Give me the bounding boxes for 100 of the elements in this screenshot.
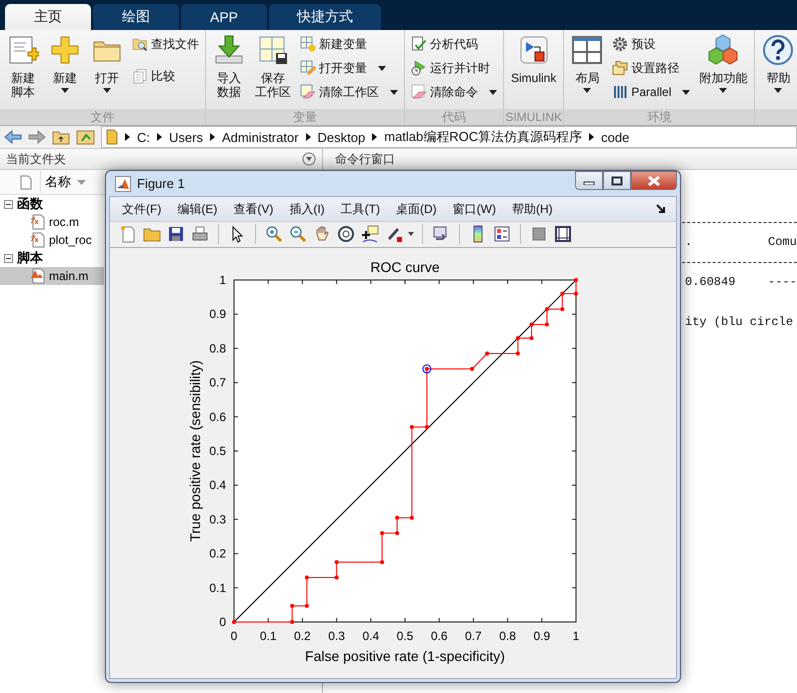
y-tick-label: 0.1 [209,580,226,595]
ribbon-button[interactable]: 新建 脚本 [3,33,43,100]
point [530,322,534,326]
name-column-header[interactable]: 名称 [40,171,86,193]
file-item[interactable]: roc.m [0,213,104,231]
ribbon-button[interactable]: 打开变量 [297,57,401,79]
point [516,352,520,356]
menu-item[interactable]: 工具(T) [336,200,388,218]
ribbon-button[interactable]: Simulink [507,33,560,86]
help-icon [762,34,794,66]
ribbon-button[interactable]: 清除命令 [408,81,500,103]
block-diagram-icon [518,34,550,66]
y-tick-label: 0.3 [209,512,226,526]
close-icon [648,176,660,186]
point [380,531,384,536]
y-tick-label: 0.7 [209,376,226,390]
ribbon-button[interactable]: 运行并计时 [408,57,500,79]
command-output-text: 0.60849 [685,275,736,289]
breadcrumb-arrow-icon [157,133,162,141]
ribbon-button[interactable]: 保存 工作区 [251,33,295,100]
point [516,336,520,340]
path-field[interactable]: C: Users Administrator Desktop matlab编程ROC算法仿真源码程序 code [101,126,797,148]
caret-icon [774,88,782,93]
ribbon-button[interactable]: 新建 [45,33,85,94]
grid-save-icon [257,34,289,66]
function-file-icon [30,232,46,248]
command-output-text: . [685,235,692,249]
close-button[interactable] [631,171,677,190]
folders-icon [612,60,628,76]
breadcrumb-segment[interactable]: Users [169,130,203,144]
ribbon-tab[interactable]: APP [181,4,267,30]
group-label: SIMULINK [504,109,564,125]
caret-icon [378,66,386,70]
menu-item[interactable]: 编辑(E) [173,200,226,218]
breadcrumb-arrow-icon [306,133,311,141]
settings-icon [612,36,628,52]
file-item[interactable]: main.m [0,267,104,285]
plus-icon [49,34,81,66]
ribbon-button[interactable]: 打开 [87,33,127,94]
file-item[interactable]: plot_roc [0,231,104,249]
menu-item[interactable]: 查看(V) [229,200,282,218]
y-tick-label: 0.4 [209,478,226,492]
point [544,322,549,326]
x-tick-label: 0.2 [294,629,311,643]
point [304,576,309,580]
legend-icon[interactable] [492,224,512,244]
menu-item[interactable]: 帮助(H) [508,200,561,218]
ribbon-button[interactable]: 预设 [609,33,694,55]
y-tick-label: 0.9 [209,307,226,322]
import-arrow-icon [213,34,245,66]
ribbon-button[interactable]: 查找文件 [129,33,202,55]
document-check-icon [411,36,427,52]
y-tick-label: 0.5 [209,444,226,458]
breadcrumb-segment[interactable]: matlab编程ROC算法仿真源码程序 [384,128,582,146]
ribbon-tab[interactable]: 快捷方式 [269,4,381,30]
dock-arrow-icon[interactable] [656,204,666,214]
file-type-icon [20,174,32,190]
back-arrow-icon[interactable] [3,130,23,144]
show-tools-icon[interactable] [553,224,573,244]
menu-item[interactable]: 插入(I) [285,200,333,218]
ribbon-button[interactable]: 清除工作区 [297,81,401,103]
command-output-text: Comu [768,235,797,249]
ribbon-tab[interactable]: 绘图 [93,4,179,30]
maximize-button[interactable] [603,171,631,190]
ribbon-button[interactable]: 新建变量 [297,33,401,55]
ribbon-button[interactable]: 附加功能 [695,33,752,94]
caret-icon [489,90,497,94]
folder-up-icon[interactable] [51,129,71,145]
ribbon-button[interactable]: 比较 [129,65,202,87]
point [574,292,578,296]
minimize-button[interactable] [575,171,603,190]
ribbon-button[interactable]: 设置路径 [609,57,694,79]
zoom-out-icon[interactable] [288,224,308,244]
ribbon-button[interactable]: 帮助 [758,33,797,94]
tree-group[interactable]: 函数 [0,195,49,213]
tree-group[interactable]: 脚本 [0,249,49,267]
collapse-icon[interactable] [4,254,13,262]
ribbon-button[interactable]: 布局 [567,33,608,94]
menu-item[interactable]: 文件(F) [118,200,170,218]
grid-plus-icon [300,36,316,52]
menu-item[interactable]: 窗口(W) [448,200,504,218]
breadcrumb-segment[interactable]: code [601,130,630,144]
ribbon-tab[interactable]: 主页 [5,4,91,30]
panel-menu-icon[interactable] [302,152,316,166]
caret-icon [390,90,398,94]
ribbon-button[interactable]: 导入 数据 [209,33,249,100]
point [290,620,294,624]
caret-icon[interactable] [408,232,414,236]
menu-item[interactable]: 桌面(D) [392,200,445,218]
cubes-icon [707,34,740,66]
caret-icon [103,88,111,93]
breadcrumb-segment[interactable]: Administrator [222,130,299,144]
breadcrumb-segment[interactable]: Desktop [318,130,366,144]
zoom-in-icon[interactable] [264,224,284,244]
ribbon-button[interactable]: Parallel [609,81,694,103]
point [395,516,400,520]
breadcrumb-segment[interactable]: C: [137,130,150,144]
y-tick-label: 0.6 [209,410,226,424]
ribbon-button[interactable]: 分析代码 [408,33,500,55]
collapse-icon[interactable] [4,200,13,208]
